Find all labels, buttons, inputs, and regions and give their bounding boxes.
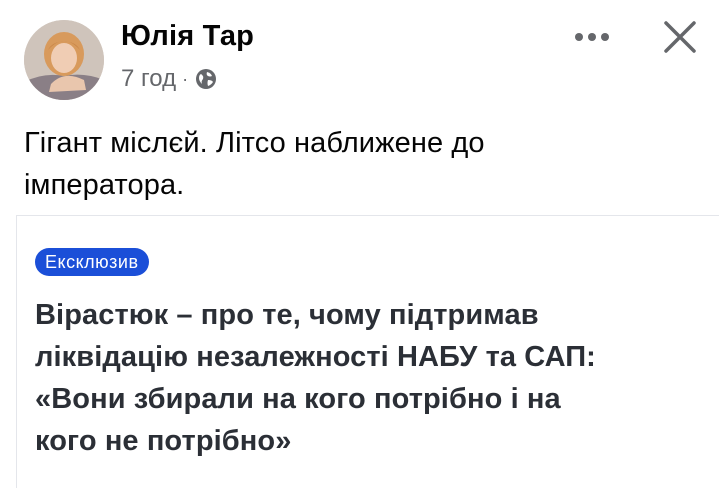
more-horizontal-icon [575,33,609,41]
link-headline[interactable]: Вірастюк – про те, чому підтримав ліквід… [35,294,695,462]
headline-line: ліквідацію незалежності НАБУ та САП: [35,341,596,373]
post-timestamp[interactable]: 7 год [121,65,176,93]
post-text-line: Гігант міслєй. Літсо наближене до [24,127,485,159]
close-button[interactable] [655,12,705,62]
headline-line: Вірастюк – про те, чому підтримав [35,299,539,331]
post-text-line: імператора. [24,169,185,201]
post-text: Гігант міслєй. Літсо наближене до імпера… [24,122,684,206]
avatar[interactable] [24,20,104,100]
exclusive-badge: Ексклюзив [35,248,149,276]
headline-line: кого не потрібно» [35,425,292,457]
more-options-button[interactable] [568,20,616,54]
post-meta: 7 год · [121,64,217,94]
globe-icon[interactable] [195,68,217,90]
close-icon [664,21,696,53]
author-name[interactable]: Юлія Тар [121,20,254,53]
link-preview-card[interactable]: Ексклюзив Вірастюк – про те, чому підтри… [16,215,719,488]
meta-separator: · [182,68,189,89]
avatar-image [24,20,104,100]
headline-line: «Вони збирали на кого потрібно і на [35,383,561,415]
